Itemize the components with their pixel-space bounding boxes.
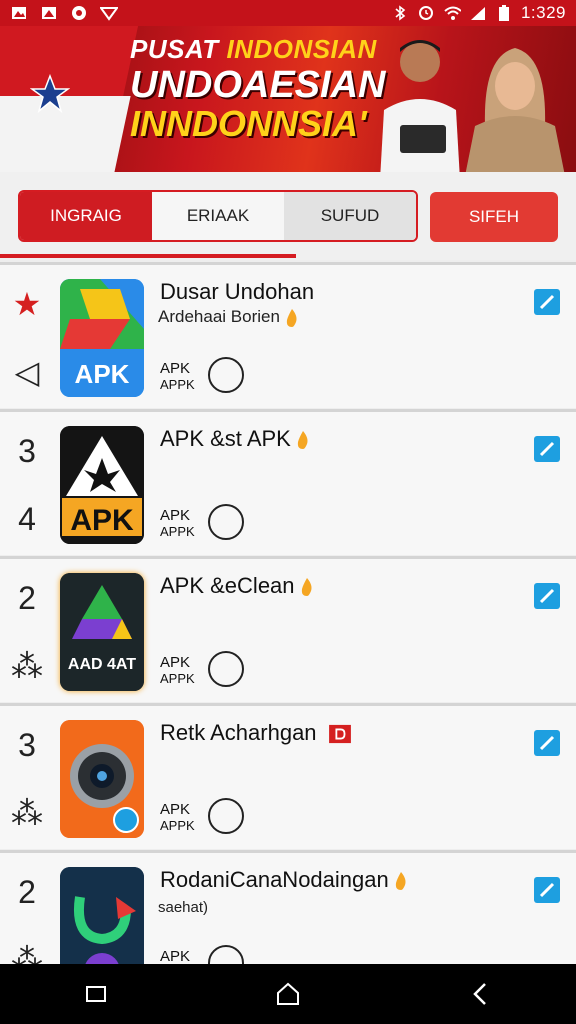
app-subtitle: saehat) — [158, 899, 209, 916]
smiley-icon — [208, 504, 244, 540]
svg-text:APK: APK — [70, 504, 134, 537]
star-emblem-icon — [30, 74, 70, 114]
wifi-icon — [443, 5, 461, 21]
status-bar: 1:329 — [0, 0, 576, 26]
battery-icon — [495, 5, 513, 21]
back-icon[interactable] — [460, 974, 500, 1014]
apk-tag: APK APPK — [160, 360, 195, 392]
list-item[interactable]: 3 ⁂ Retk Acharhgan APK APPK — [0, 703, 576, 849]
checkbox[interactable] — [534, 877, 560, 903]
rank-number: 3 — [18, 726, 36, 763]
svg-text:APK: APK — [75, 359, 130, 389]
app-title: Dusar Undohan — [160, 279, 315, 304]
smiley-icon — [208, 798, 244, 834]
sifeh-button[interactable]: SIFEH — [430, 192, 558, 242]
smiley-icon — [208, 357, 244, 393]
checkbox[interactable] — [534, 289, 560, 315]
smiley-icon — [208, 945, 244, 964]
app-title: Retk Acharhgan — [160, 720, 353, 746]
app-title: APK &eClean — [160, 573, 315, 599]
woman-illustration — [465, 48, 565, 172]
apk-drive-icon: APK — [60, 279, 144, 397]
checkbox[interactable] — [534, 436, 560, 462]
navigation-bar — [0, 964, 576, 1024]
swirl-icon: ⁂ — [11, 942, 43, 964]
home-icon[interactable] — [268, 974, 308, 1014]
clock: 1:329 — [520, 3, 566, 22]
apk-tag: APK APPK — [160, 507, 195, 539]
list-item[interactable]: 3 4 APK APK &st APK APK APPK — [0, 409, 576, 555]
segmented-tabs: INGRAIG ERIAAK SUFUD — [18, 190, 418, 242]
rank-number: 4 — [18, 500, 36, 537]
checkbox[interactable] — [534, 730, 560, 756]
tab-indicator — [0, 254, 296, 258]
app-list: ★ ◁ APK Dusar Undohan Ardehaai Borien AP… — [0, 262, 576, 964]
promo-banner[interactable]: PUSAT INDONSIAN UNDOAESIAN INNDONNSIA' — [0, 26, 576, 172]
list-item[interactable]: 2 ⁂ AAD 4AT APK &eClean APK APPK — [0, 556, 576, 702]
fire-icon — [286, 308, 297, 327]
fire-icon — [297, 431, 308, 450]
app-title: RodaniCanaNodaingan — [160, 867, 409, 893]
vpn-icon — [100, 5, 118, 21]
image-icon — [10, 5, 28, 21]
back-triangle-icon[interactable]: ◁ — [12, 354, 42, 390]
camera-lens-icon — [60, 720, 144, 838]
smiley-icon — [208, 651, 244, 687]
photo-icon — [40, 5, 58, 21]
fire-icon — [395, 872, 406, 891]
drive-triangle-icon: AAD 4AT — [60, 573, 144, 691]
apk-warning-icon: APK — [60, 426, 144, 544]
apk-tag: APK — [160, 948, 191, 964]
app-subtitle: Ardehaai Borien — [158, 307, 300, 328]
tab-bar: INGRAIG ERIAAK SUFUD SIFEH — [0, 172, 576, 260]
alarm-icon — [417, 5, 435, 21]
rank-number: 2 — [18, 873, 36, 910]
fire-icon — [301, 578, 312, 597]
tab-sufud[interactable]: SUFUD — [284, 192, 416, 240]
tab-eriaak[interactable]: ERIAAK — [152, 192, 284, 240]
swirl-icon: ⁂ — [11, 648, 43, 684]
bluetooth-icon — [391, 5, 409, 21]
svg-text:AAD 4AT: AAD 4AT — [68, 656, 136, 673]
banner-title: PUSAT INDONSIAN UNDOAESIAN INNDONNSIA' — [130, 34, 386, 144]
messenger-icon — [70, 5, 88, 21]
rank-number: 2 — [18, 579, 36, 616]
list-item[interactable]: 2 ⁂ RodaniCanaNodaingan saehat) APK — [0, 850, 576, 964]
badge-icon — [328, 725, 351, 744]
star-icon[interactable]: ★ — [12, 286, 42, 322]
tab-ingraig[interactable]: INGRAIG — [20, 192, 152, 240]
apk-tag: APK APPK — [160, 801, 195, 833]
recents-icon[interactable] — [76, 974, 116, 1014]
app-title: APK &st APK — [160, 426, 311, 452]
list-item[interactable]: ★ ◁ APK Dusar Undohan Ardehaai Borien AP… — [0, 262, 576, 408]
apk-tag: APK APPK — [160, 654, 195, 686]
refresh-arrow-icon — [60, 867, 144, 964]
signal-icon — [469, 5, 487, 21]
rank-number: 3 — [18, 432, 36, 469]
swirl-icon: ⁂ — [11, 795, 43, 831]
checkbox[interactable] — [534, 583, 560, 609]
